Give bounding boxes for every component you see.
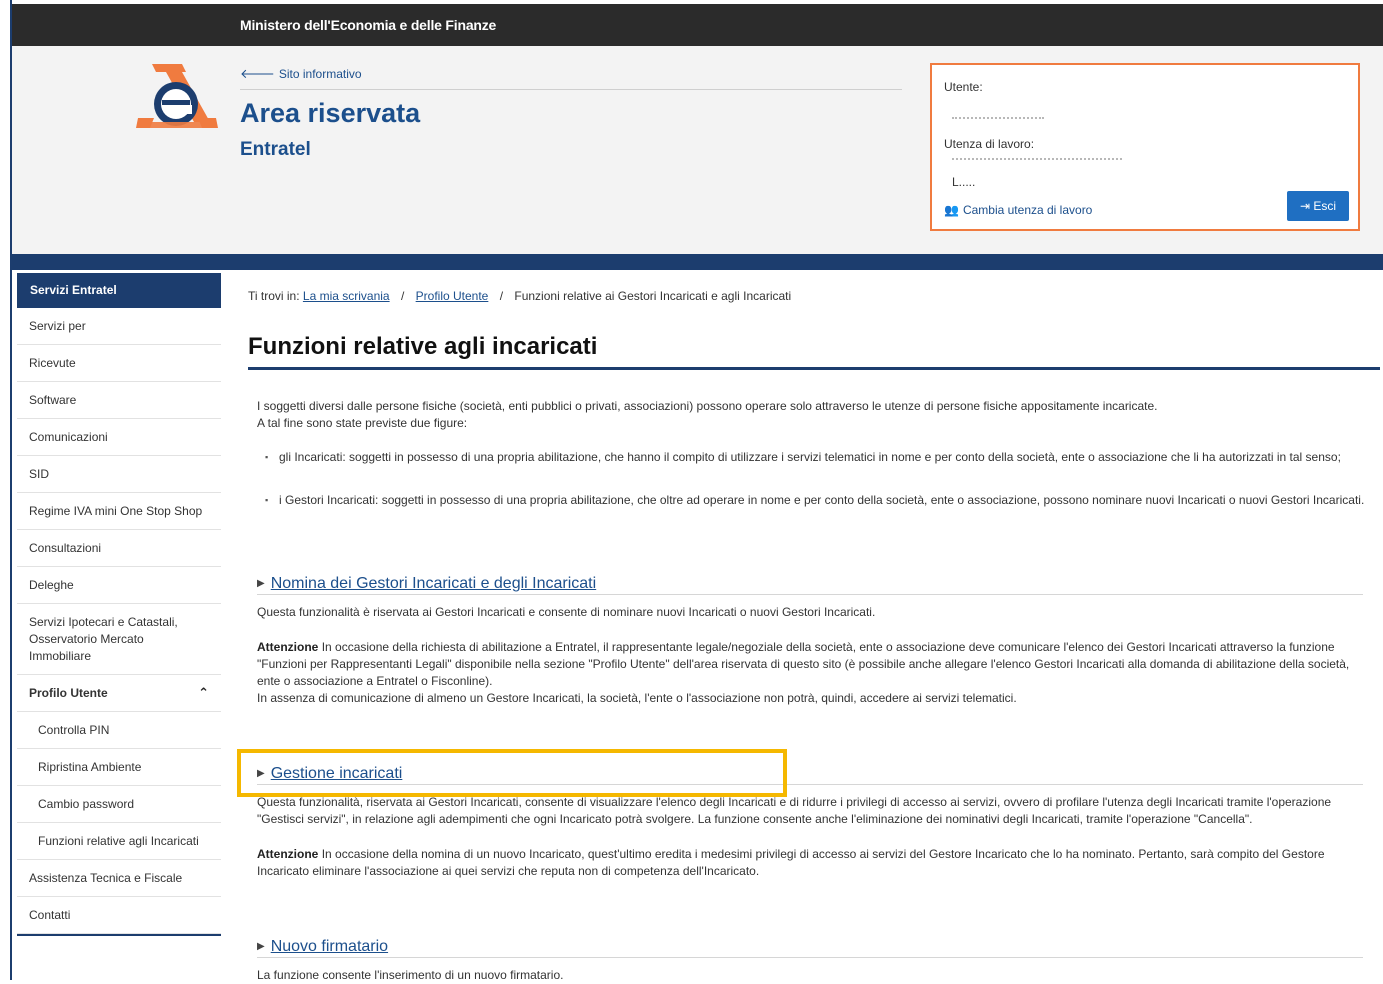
breadcrumb-link-profilo[interactable]: Profilo Utente <box>416 289 489 303</box>
sidebar: Servizi Entratel Servizi per Ricevute So… <box>17 273 221 936</box>
sidebar-bottom-rule <box>17 934 221 936</box>
section-gestione: ▶ Gestione incaricati <box>257 765 402 783</box>
title-rule <box>248 367 1380 370</box>
arrow-left-icon: 🡐 <box>240 66 275 81</box>
page-title: Funzioni relative agli incaricati <box>248 333 598 360</box>
sidebar-item-assistenza[interactable]: Assistenza Tecnica e Fiscale <box>17 860 221 897</box>
header-divider <box>240 89 902 90</box>
section-nomina: ▶ Nomina dei Gestori Incaricati e degli I… <box>257 575 596 593</box>
back-link-label: Sito informativo <box>278 67 362 81</box>
cambia-utenza-link[interactable]: 👥 Cambia utenza di lavoro <box>944 203 1092 217</box>
sidebar-item-regime-iva[interactable]: Regime IVA mini One Stop Shop <box>17 493 221 530</box>
play-circle-icon: ▶ <box>257 941 265 952</box>
sidebar-item-sid[interactable]: SID <box>17 456 221 493</box>
bullet-icon: ▪ <box>265 495 269 505</box>
section-divider <box>257 957 1363 958</box>
nuovo-firmatario-link[interactable]: Nuovo firmatario <box>271 938 388 955</box>
sidebar-item-deleghe[interactable]: Deleghe <box>17 567 221 604</box>
nomina-attention-text: In occasione della richiesta di abilitaz… <box>257 640 1350 688</box>
intro-line-1: I soggetti diversi dalle persone fisiche… <box>257 399 1158 413</box>
chevron-up-icon: ⌃ <box>198 685 209 700</box>
site-header: 🡐 Sito informativo Area riservata Entrate… <box>12 46 1383 254</box>
sidebar-subitem-controlla-pin[interactable]: Controlla PIN <box>17 712 221 749</box>
gestione-incaricati-link[interactable]: Gestione incaricati <box>271 765 403 782</box>
utenza-label: Utenza di lavoro: <box>944 137 1035 151</box>
ministry-name: Ministero dell'Economia e delle Finanze <box>240 17 497 33</box>
esci-button[interactable]: ⇥ Esci <box>1287 191 1349 221</box>
nomina-attention-text-2: In assenza di comunicazione di almeno un… <box>257 691 1017 705</box>
utente-label: Utente: <box>944 80 983 94</box>
sidebar-item-consultazioni[interactable]: Consultazioni <box>17 530 221 567</box>
breadcrumb-separator: / <box>499 289 504 303</box>
area-subtitle: Entratel <box>240 139 311 160</box>
section-divider <box>257 784 1363 785</box>
sidebar-item-comunicazioni[interactable]: Comunicazioni <box>17 419 221 456</box>
utente-value-redacted <box>952 117 1044 120</box>
attention-label: Attenzione <box>257 847 319 861</box>
attention-label: Attenzione <box>257 640 319 654</box>
header-blue-bar <box>12 254 1383 270</box>
intro-line-2: A tal fine sono state previste due figur… <box>257 416 468 430</box>
nomina-description: Questa funzionalità è riservata ai Gesto… <box>257 605 876 619</box>
top-bar: Ministero dell'Economia e delle Finanze <box>12 4 1383 46</box>
sidebar-item-profilo-utente[interactable]: Profilo Utente ⌃ <box>17 675 221 712</box>
nomina-link[interactable]: Nomina dei Gestori Incaricati e degli In… <box>271 575 596 592</box>
sidebar-subitem-cambio-password[interactable]: Cambio password <box>17 786 221 823</box>
gestione-attention: Attenzione In occasione della nomina di … <box>257 846 1372 880</box>
intro-text: I soggetti diversi dalle persone fisiche… <box>257 398 1372 432</box>
bullet-incaricati: ▪ gli Incaricati: soggetti in possesso d… <box>265 449 1365 466</box>
breadcrumb-prefix: Ti trovi in: <box>248 289 300 303</box>
users-icon: 👥 <box>944 203 959 217</box>
bullet-icon: ▪ <box>265 452 269 462</box>
breadcrumb: Ti trovi in: La mia scrivania / Profilo … <box>248 289 791 303</box>
back-link-sito-informativo[interactable]: 🡐 Sito informativo <box>240 66 362 82</box>
play-circle-icon: ▶ <box>257 768 265 779</box>
sidebar-item-servizi-per[interactable]: Servizi per <box>17 308 221 345</box>
cambia-utenza-label: Cambia utenza di lavoro <box>962 203 1093 217</box>
profilo-utente-label: Profilo Utente <box>29 686 108 700</box>
utenza-value-redacted <box>952 158 1122 161</box>
sidebar-subitem-funzioni-incaricati[interactable]: Funzioni relative agli Incaricati <box>17 823 221 860</box>
sidebar-item-contatti[interactable]: Contatti <box>17 897 221 934</box>
nomina-attention: Attenzione In occasione della richiesta … <box>257 639 1372 707</box>
sidebar-item-servizi-ipotecari[interactable]: Servizi Ipotecari e Catastali, Osservato… <box>17 604 221 675</box>
agenzia-entrate-logo <box>136 64 218 128</box>
sidebar-header[interactable]: Servizi Entratel <box>17 273 221 308</box>
utenza-short-value: L..... <box>952 175 976 189</box>
bullet-gestori-text: i Gestori Incaricati: soggetti in posses… <box>279 493 1365 507</box>
breadcrumb-link-scrivania[interactable]: La mia scrivania <box>303 289 390 303</box>
user-box: Utente: Utenza di lavoro: L..... 👥 Cambia… <box>930 63 1360 231</box>
sidebar-item-software[interactable]: Software <box>17 382 221 419</box>
section-firmatario: ▶ Nuovo firmatario <box>257 938 388 956</box>
bullet-incaricati-text: gli Incaricati: soggetti in possesso di … <box>279 450 1341 464</box>
logout-icon: ⇥ <box>1299 199 1314 213</box>
breadcrumb-current: Funzioni relative ai Gestori Incaricati … <box>514 289 792 303</box>
bullet-gestori: ▪ i Gestori Incaricati: soggetti in poss… <box>265 492 1365 509</box>
gestione-description: Questa funzionalità, riservata ai Gestor… <box>257 795 1332 826</box>
gestione-attention-text: In occasione della nomina di un nuovo In… <box>257 847 1325 878</box>
sidebar-item-ricevute[interactable]: Ricevute <box>17 345 221 382</box>
esci-label: Esci <box>1313 199 1337 213</box>
section-divider <box>257 594 1363 595</box>
firmatario-description: La funzione consente l'inserimento di un… <box>257 968 564 982</box>
play-circle-icon: ▶ <box>257 578 265 589</box>
area-title: Area riservata <box>240 98 421 128</box>
breadcrumb-separator: / <box>400 289 405 303</box>
sidebar-subitem-ripristina-ambiente[interactable]: Ripristina Ambiente <box>17 749 221 786</box>
